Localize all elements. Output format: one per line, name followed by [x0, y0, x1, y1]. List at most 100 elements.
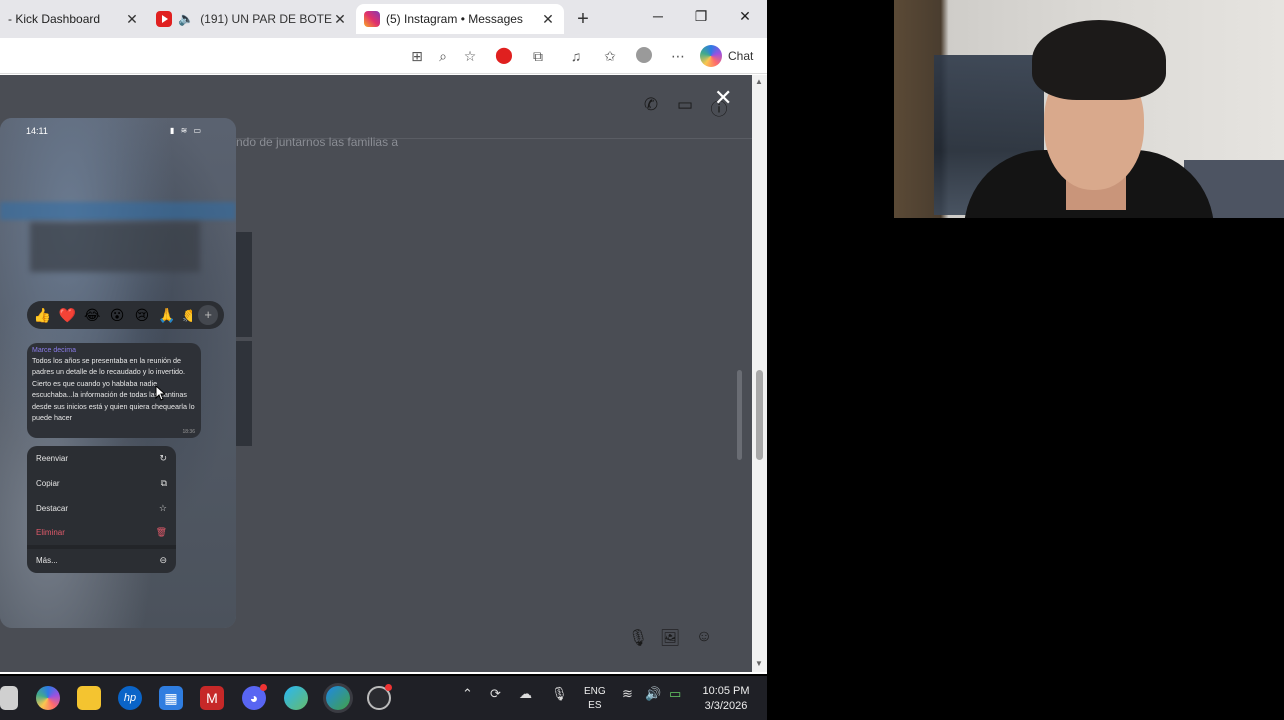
minimize-icon[interactable]: ─: [648, 8, 668, 24]
more-icon: ⊖: [159, 555, 167, 565]
menu-item-label: Más...: [36, 556, 58, 565]
menu-item-eliminar[interactable]: Eliminar 🗑: [27, 520, 176, 545]
hp-icon[interactable]: hp: [118, 686, 142, 710]
overlay-close-icon[interactable]: ✕: [714, 85, 732, 111]
menu-item-label: Reenviar: [36, 454, 69, 463]
store-icon[interactable]: ▦: [159, 686, 183, 710]
menu-item-copiar[interactable]: Copiar ⧉: [27, 471, 176, 496]
tab-title: (191) UN PAR DE BOTELLA: [200, 12, 332, 26]
reaction-thumbs-up[interactable]: 👍: [33, 307, 52, 324]
reaction-laugh[interactable]: 😂: [83, 307, 102, 324]
menu-item-destacar[interactable]: Destacar ☆: [27, 496, 176, 521]
tab-kick-dashboard[interactable]: - Kick Dashboard ✕: [0, 4, 148, 34]
copilot-button[interactable]: Chat: [700, 45, 753, 67]
new-tab-button[interactable]: +: [572, 8, 594, 31]
chat-image-edge: [236, 341, 252, 446]
favorites-icon[interactable]: ✩: [601, 47, 619, 65]
phone-status-icons: ▮ ≋ ▭: [170, 126, 204, 135]
favorite-star-icon[interactable]: ☆: [461, 47, 479, 65]
scroll-down-icon[interactable]: ▼: [755, 659, 763, 668]
reaction-pray[interactable]: 🙏: [157, 307, 176, 324]
chat-scroll-thumb[interactable]: [737, 370, 742, 460]
edge-icon[interactable]: [326, 686, 350, 710]
apps-icon[interactable]: ⊞: [408, 47, 426, 65]
opera-icon[interactable]: ⬤: [495, 47, 513, 65]
more-options-icon[interactable]: ⋯: [669, 47, 687, 65]
scroll-up-icon[interactable]: ▲: [755, 77, 763, 86]
blurred-band: [0, 202, 236, 220]
notification-badge: [260, 684, 267, 691]
reaction-bar: 👍 ❤️ 😂 😮 😢 🙏 👏 +: [27, 301, 224, 329]
tab-bar: - Kick Dashboard ✕ 🔈 (191) UN PAR DE BOT…: [0, 0, 767, 38]
volume-icon[interactable]: 🔊: [645, 686, 661, 702]
sync-icon[interactable]: ⟳: [490, 686, 501, 702]
message-author: Marce decima: [32, 347, 76, 354]
speaker-icon[interactable]: 🔈: [178, 11, 194, 27]
more-reactions-button[interactable]: +: [198, 305, 219, 325]
copilot-icon: [700, 45, 722, 67]
battery-icon[interactable]: ▭: [669, 686, 681, 702]
copilot-label: Chat: [728, 49, 754, 63]
reaction-sad[interactable]: 😢: [133, 307, 152, 324]
recording-badge: [385, 684, 392, 691]
image-icon[interactable]: 🖼: [659, 628, 681, 650]
message-text: Todos los años se presentaba en la reuni…: [32, 356, 195, 423]
phone-status-time: 14:11: [26, 126, 48, 136]
profile-avatar[interactable]: [635, 47, 653, 65]
menu-item-reenviar[interactable]: Reenviar ↻: [27, 446, 176, 471]
language-bottom: ES: [588, 700, 602, 711]
reaction-heart[interactable]: ❤️: [58, 307, 77, 324]
reaction-clap[interactable]: 👏: [182, 307, 192, 324]
instagram-media-overlay: ndo de juntarnos las familias a ✆ ▭ ⓘ ✕ …: [0, 75, 752, 672]
clock-time: 10:05 PM: [702, 685, 750, 697]
clock[interactable]: 10:05 PM 3/3/2026: [700, 684, 752, 714]
reaction-wow[interactable]: 😮: [108, 307, 127, 324]
zoom-icon[interactable]: ⌕: [434, 47, 452, 65]
restore-icon[interactable]: ❐: [691, 8, 711, 25]
video-call-icon[interactable]: ▭: [674, 95, 696, 117]
language-top: ENG: [584, 686, 606, 697]
page-scrollbar[interactable]: ▲ ▼: [752, 75, 767, 672]
message-context-menu: Reenviar ↻ Copiar ⧉ Destacar ☆ Eliminar …: [27, 446, 176, 573]
sticker-icon[interactable]: ☺: [693, 628, 715, 650]
media-control-icon[interactable]: ♫: [567, 47, 585, 65]
page-scroll-thumb[interactable]: [756, 370, 763, 460]
copilot-taskbar-icon[interactable]: [36, 686, 60, 710]
tab-title: - Kick Dashboard: [8, 12, 101, 26]
app-icon[interactable]: [284, 686, 308, 710]
show-hidden-icons[interactable]: ⌃: [462, 686, 473, 702]
phone-screenshot[interactable]: 14:11 ▮ ≋ ▭ 👍 ❤️ 😂 😮 😢 🙏 👏 + Marce decim…: [0, 118, 236, 628]
browser-window: - Kick Dashboard ✕ 🔈 (191) UN PAR DE BOT…: [0, 0, 767, 674]
phone-call-icon[interactable]: ✆: [640, 95, 662, 117]
star-icon: ☆: [158, 503, 167, 513]
forward-icon: ↻: [159, 453, 167, 463]
blurred-band: [30, 222, 200, 272]
menu-item-mas[interactable]: Más... ⊖: [27, 548, 176, 573]
window-close-icon[interactable]: ✕: [735, 8, 755, 25]
cloud-icon[interactable]: ☁: [519, 686, 532, 702]
message-time: 18:36: [182, 429, 195, 435]
tab-title: (5) Instagram • Messages: [386, 12, 523, 26]
task-view-icon[interactable]: [0, 686, 18, 710]
menu-item-label: Copiar: [36, 479, 60, 488]
tab-instagram[interactable]: (5) Instagram • Messages ✕: [356, 4, 564, 34]
close-icon[interactable]: ✕: [540, 11, 556, 28]
wifi-icon[interactable]: ≋: [622, 686, 633, 702]
chat-scrollbar[interactable]: [737, 145, 743, 600]
language-indicator[interactable]: ENG ES: [584, 685, 606, 713]
youtube-icon: [156, 11, 172, 27]
clock-date: 3/3/2026: [704, 700, 748, 712]
menu-item-label: Eliminar: [36, 528, 65, 537]
menu-item-label: Destacar: [36, 504, 69, 513]
taskbar: hp ▦ M ◕ ⌃ ⟳ ☁ 🎙 ENG ES ≋ 🔊 ▭ 10:05 PM 3…: [0, 676, 767, 720]
tab-youtube[interactable]: 🔈 (191) UN PAR DE BOTELLA ✕: [148, 4, 356, 34]
file-explorer-icon[interactable]: [77, 686, 101, 710]
microphone-icon[interactable]: 🎙: [627, 628, 649, 650]
mcafee-icon[interactable]: M: [200, 686, 224, 710]
extensions-icon[interactable]: ⧉: [529, 47, 547, 65]
close-icon[interactable]: ✕: [124, 11, 140, 28]
microphone-tray-icon[interactable]: 🎙: [551, 686, 568, 702]
mouse-cursor-icon: [155, 385, 167, 401]
close-icon[interactable]: ✕: [332, 11, 348, 28]
chat-message-snippet: ndo de juntarnos las familias a: [236, 135, 399, 149]
